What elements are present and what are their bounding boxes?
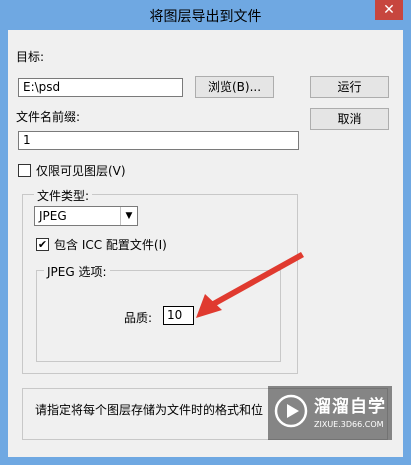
target-path-input[interactable]: E:\psd — [18, 78, 183, 97]
icc-checkbox[interactable]: ✔ — [36, 238, 49, 251]
jpeg-options-group — [36, 270, 281, 362]
window-title: 将图层导出到文件 — [149, 9, 262, 25]
browse-button[interactable]: 浏览(B)... — [195, 76, 274, 98]
close-button[interactable]: ✕ — [375, 0, 403, 20]
status-text: 请指定将每个图层存储为文件时的格式和位 — [35, 403, 264, 417]
target-path-value: E:\psd — [23, 80, 61, 94]
checkmark-icon: ✔ — [37, 238, 48, 251]
prefix-label: 文件名前缀: — [16, 110, 81, 124]
title-bar[interactable]: 将图层导出到文件 ✕ — [0, 0, 411, 30]
jpeg-options-group-label: JPEG 选项: — [44, 263, 110, 280]
prefix-input[interactable]: 1 — [18, 131, 299, 150]
quality-label: 品质: — [124, 311, 153, 325]
dialog-window: 将图层导出到文件 ✕ 目标: E:\psd 浏览(B)... 运行 取消 文件名… — [0, 0, 411, 465]
cancel-button[interactable]: 取消 — [310, 108, 389, 130]
quality-input[interactable]: 10 — [163, 306, 194, 325]
run-button[interactable]: 运行 — [310, 76, 389, 98]
icc-label[interactable]: 包含 ICC 配置文件(I) — [54, 236, 167, 253]
close-icon: ✕ — [383, 2, 395, 18]
watermark-brand: 溜溜自学 — [314, 397, 386, 417]
target-label: 目标: — [16, 50, 45, 64]
file-type-selected: JPEG — [39, 209, 67, 223]
watermark: 溜溜自学 ZIXUE.3D66.COM — [268, 386, 392, 440]
chevron-down-icon[interactable]: ▼ — [120, 207, 137, 225]
watermark-url: ZIXUE.3D66.COM — [314, 420, 384, 429]
prefix-value: 1 — [23, 133, 31, 147]
file-type-select[interactable]: JPEG ▼ — [34, 206, 138, 226]
visible-only-label[interactable]: 仅限可见图层(V) — [36, 162, 126, 179]
visible-only-checkbox[interactable] — [18, 164, 31, 177]
quality-value: 10 — [167, 308, 183, 322]
file-type-group-label: 文件类型: — [34, 187, 93, 204]
play-logo-icon — [274, 394, 308, 428]
